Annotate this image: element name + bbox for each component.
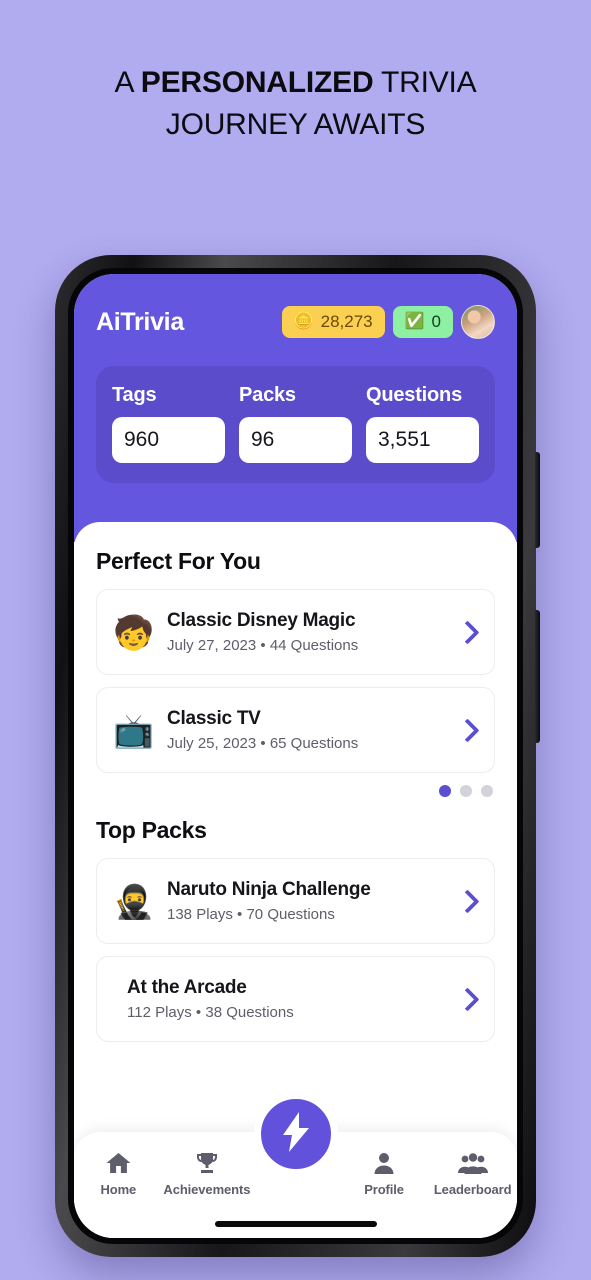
coin-icon: 🪙 <box>293 313 314 330</box>
correct-badge[interactable]: ✅ 0 <box>392 306 453 338</box>
list-item[interactable]: At the Arcade 112 Plays • 38 Questions <box>96 956 495 1042</box>
pack-title: Classic Disney Magic <box>167 610 356 631</box>
nav-label-leaderboard: Leaderboard <box>433 1182 512 1197</box>
power-button[interactable] <box>535 610 540 743</box>
home-icon <box>105 1150 132 1176</box>
header-badges: 🪙 28,273 ✅ 0 <box>281 305 495 339</box>
trophy-icon <box>194 1150 220 1176</box>
headline-bold-word: PERSONALIZED <box>140 66 374 99</box>
pack-title: At the Arcade <box>127 977 247 998</box>
nav-item-home[interactable]: Home <box>74 1150 163 1197</box>
list-item[interactable]: 🧒 Classic Disney Magic July 27, 2023 • 4… <box>96 589 495 675</box>
pack-meta: July 27, 2023 • 44 Questions <box>167 637 359 654</box>
bottom-navigation-bar: Home Achievements Profile Leaderboard <box>74 1092 517 1238</box>
home-indicator <box>214 1221 377 1227</box>
stat-tags-value[interactable]: 960 <box>112 417 225 463</box>
correct-value: 0 <box>431 312 441 331</box>
section-title-perfect-for-you: Perfect For You <box>96 548 261 574</box>
pack-thumbnail-icon: 🧒 <box>113 613 155 651</box>
stat-packs: Packs 96 <box>239 384 352 463</box>
pack-text: Classic TV July 25, 2023 • 65 Questions <box>167 708 442 752</box>
avatar[interactable] <box>461 305 495 339</box>
page-headline: A PERSONALIZED TRIVIA JOURNEY AWAITS <box>0 62 591 146</box>
nav-item-leaderboard[interactable]: Leaderboard <box>428 1150 517 1197</box>
pagination-dot-2[interactable] <box>460 785 472 797</box>
stat-packs-label: Packs <box>239 384 296 406</box>
check-icon: ✅ <box>404 313 425 330</box>
stat-questions: Questions 3,551 <box>366 384 479 463</box>
volume-button[interactable] <box>535 452 540 548</box>
phone-screen: AiTrivia 🪙 28,273 ✅ 0 Tags 960 Packs 96 … <box>74 274 517 1238</box>
section-title-top-packs: Top Packs <box>96 817 207 843</box>
phone-bezel: AiTrivia 🪙 28,273 ✅ 0 Tags 960 Packs 96 … <box>68 268 523 1244</box>
pack-title: Classic TV <box>167 708 261 729</box>
app-title: AiTrivia <box>96 307 184 336</box>
header-top-row: AiTrivia 🪙 28,273 ✅ 0 <box>96 300 495 344</box>
lightning-bolt-icon <box>281 1111 311 1158</box>
chevron-right-icon[interactable] <box>456 886 478 916</box>
carousel-pagination[interactable] <box>96 785 493 797</box>
stats-panel: Tags 960 Packs 96 Questions 3,551 <box>96 366 495 483</box>
nav-item-achievements[interactable]: Achievements <box>163 1150 252 1197</box>
stat-packs-value[interactable]: 96 <box>239 417 352 463</box>
stat-tags-label: Tags <box>112 384 157 406</box>
list-item[interactable]: 📺 Classic TV July 25, 2023 • 65 Question… <box>96 687 495 773</box>
headline-line-two: JOURNEY AWAITS <box>165 108 426 141</box>
stat-questions-value[interactable]: 3,551 <box>366 417 479 463</box>
phone-mockup-frame: AiTrivia 🪙 28,273 ✅ 0 Tags 960 Packs 96 … <box>55 255 540 1257</box>
chevron-right-icon[interactable] <box>456 617 478 647</box>
list-item[interactable]: 🥷 Naruto Ninja Challenge 138 Plays • 70 … <box>96 858 495 944</box>
nav-label-profile: Profile <box>364 1182 404 1197</box>
chevron-right-icon[interactable] <box>456 715 478 745</box>
nav-label-achievements: Achievements <box>163 1182 251 1197</box>
pack-title: Naruto Ninja Challenge <box>167 879 371 900</box>
quick-play-fab-button[interactable] <box>253 1092 338 1176</box>
app-header: AiTrivia 🪙 28,273 ✅ 0 Tags 960 Packs 96 … <box>74 274 517 542</box>
pack-meta: 138 Plays • 70 Questions <box>167 906 335 923</box>
pack-meta: July 25, 2023 • 65 Questions <box>167 735 359 752</box>
coins-value: 28,273 <box>320 312 373 331</box>
chevron-right-icon[interactable] <box>456 984 478 1014</box>
pack-text: Classic Disney Magic July 27, 2023 • 44 … <box>167 610 442 654</box>
pack-text: Naruto Ninja Challenge 138 Plays • 70 Qu… <box>167 879 442 923</box>
pack-meta: 112 Plays • 38 Questions <box>127 1004 294 1021</box>
pack-thumbnail-icon: 📺 <box>113 711 155 749</box>
coins-badge[interactable]: 🪙 28,273 <box>281 306 385 338</box>
nav-label-home: Home <box>100 1182 137 1197</box>
pagination-dot-1[interactable] <box>439 785 451 797</box>
headline-suffix: TRIVIA <box>373 66 477 99</box>
headline-prefix: A <box>114 66 141 99</box>
stat-tags: Tags 960 <box>112 384 225 463</box>
pack-thumbnail-icon: 🥷 <box>113 882 155 920</box>
stat-questions-label: Questions <box>366 384 462 406</box>
pagination-dot-3[interactable] <box>481 785 493 797</box>
person-icon <box>372 1150 396 1176</box>
pack-text: At the Arcade 112 Plays • 38 Questions <box>127 977 442 1021</box>
group-icon <box>457 1150 489 1176</box>
nav-item-profile[interactable]: Profile <box>340 1150 429 1197</box>
